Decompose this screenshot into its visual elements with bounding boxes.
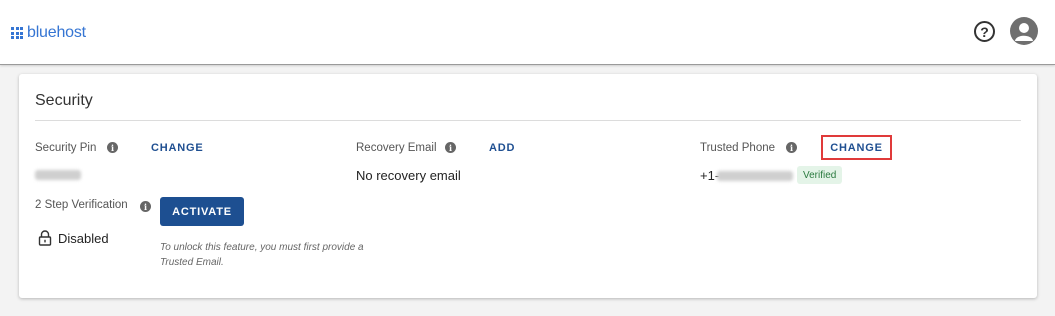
activate-two-step-button[interactable]: ACTIVATE — [160, 197, 244, 226]
two-step-status: Disabled — [58, 231, 109, 246]
user-avatar-icon[interactable] — [1010, 17, 1038, 45]
info-icon[interactable]: i — [786, 142, 797, 153]
lock-icon — [38, 230, 52, 246]
card-divider — [35, 120, 1021, 121]
security-pin-label: Security Pin — [35, 142, 97, 154]
trusted-phone-value — [717, 171, 793, 181]
logo-text: bluehost — [27, 24, 86, 41]
card-title: Security — [35, 92, 93, 109]
verified-badge: Verified — [797, 166, 843, 184]
change-pin-button[interactable]: CHANGE — [151, 142, 203, 154]
security-pin-value — [35, 170, 81, 180]
info-icon[interactable]: i — [445, 142, 456, 153]
info-icon[interactable]: i — [140, 201, 151, 212]
grid-logo-icon — [11, 27, 23, 39]
security-card: Security Security Pin i CHANGE Recovery … — [19, 74, 1037, 298]
change-phone-button[interactable]: CHANGE — [821, 135, 892, 160]
help-icon[interactable]: ? — [974, 21, 995, 42]
recovery-email-value: No recovery email — [356, 168, 461, 183]
info-icon[interactable]: i — [107, 142, 118, 153]
add-recovery-email-button[interactable]: ADD — [489, 142, 515, 154]
recovery-email-label: Recovery Email — [356, 142, 437, 154]
top-bar: bluehost ? — [0, 0, 1055, 65]
two-step-hint: To unlock this feature, you must first p… — [160, 242, 364, 268]
trusted-phone-label: Trusted Phone — [700, 142, 776, 154]
bluehost-logo[interactable]: bluehost — [11, 24, 86, 42]
two-step-label: 2 Step Verification — [35, 199, 128, 211]
